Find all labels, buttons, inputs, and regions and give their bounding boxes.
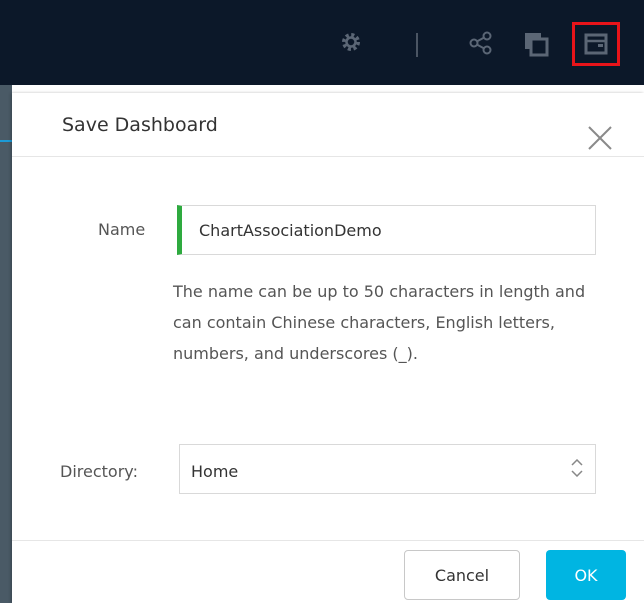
top-toolbar	[0, 0, 644, 85]
name-input[interactable]	[177, 205, 596, 255]
close-icon[interactable]	[587, 125, 613, 151]
save-dashboard-dialog: Save Dashboard Name The name can be up t…	[12, 93, 644, 603]
share-icon[interactable]	[468, 30, 494, 56]
chevron-up-down-icon	[571, 459, 583, 477]
gear-icon[interactable]	[340, 31, 362, 53]
name-hint-text: The name can be up to 50 characters in l…	[173, 282, 586, 363]
dialog-title: Save Dashboard	[62, 114, 218, 136]
directory-label: Directory:	[60, 462, 138, 481]
name-label: Name	[98, 220, 146, 239]
panel-edge-marker	[0, 140, 12, 142]
save-dashboard-button[interactable]	[572, 22, 620, 66]
dialog-header: Save Dashboard	[12, 93, 644, 157]
ok-button[interactable]: OK	[546, 550, 626, 600]
toolbar-divider	[416, 33, 418, 57]
directory-selected-value: Home	[191, 462, 239, 481]
directory-select[interactable]: Home	[179, 444, 596, 494]
cancel-button[interactable]: Cancel	[404, 550, 520, 600]
background-panel-edge	[0, 85, 12, 603]
copy-icon[interactable]	[523, 31, 549, 57]
save-icon	[584, 33, 608, 55]
dialog-footer-divider	[12, 540, 644, 541]
